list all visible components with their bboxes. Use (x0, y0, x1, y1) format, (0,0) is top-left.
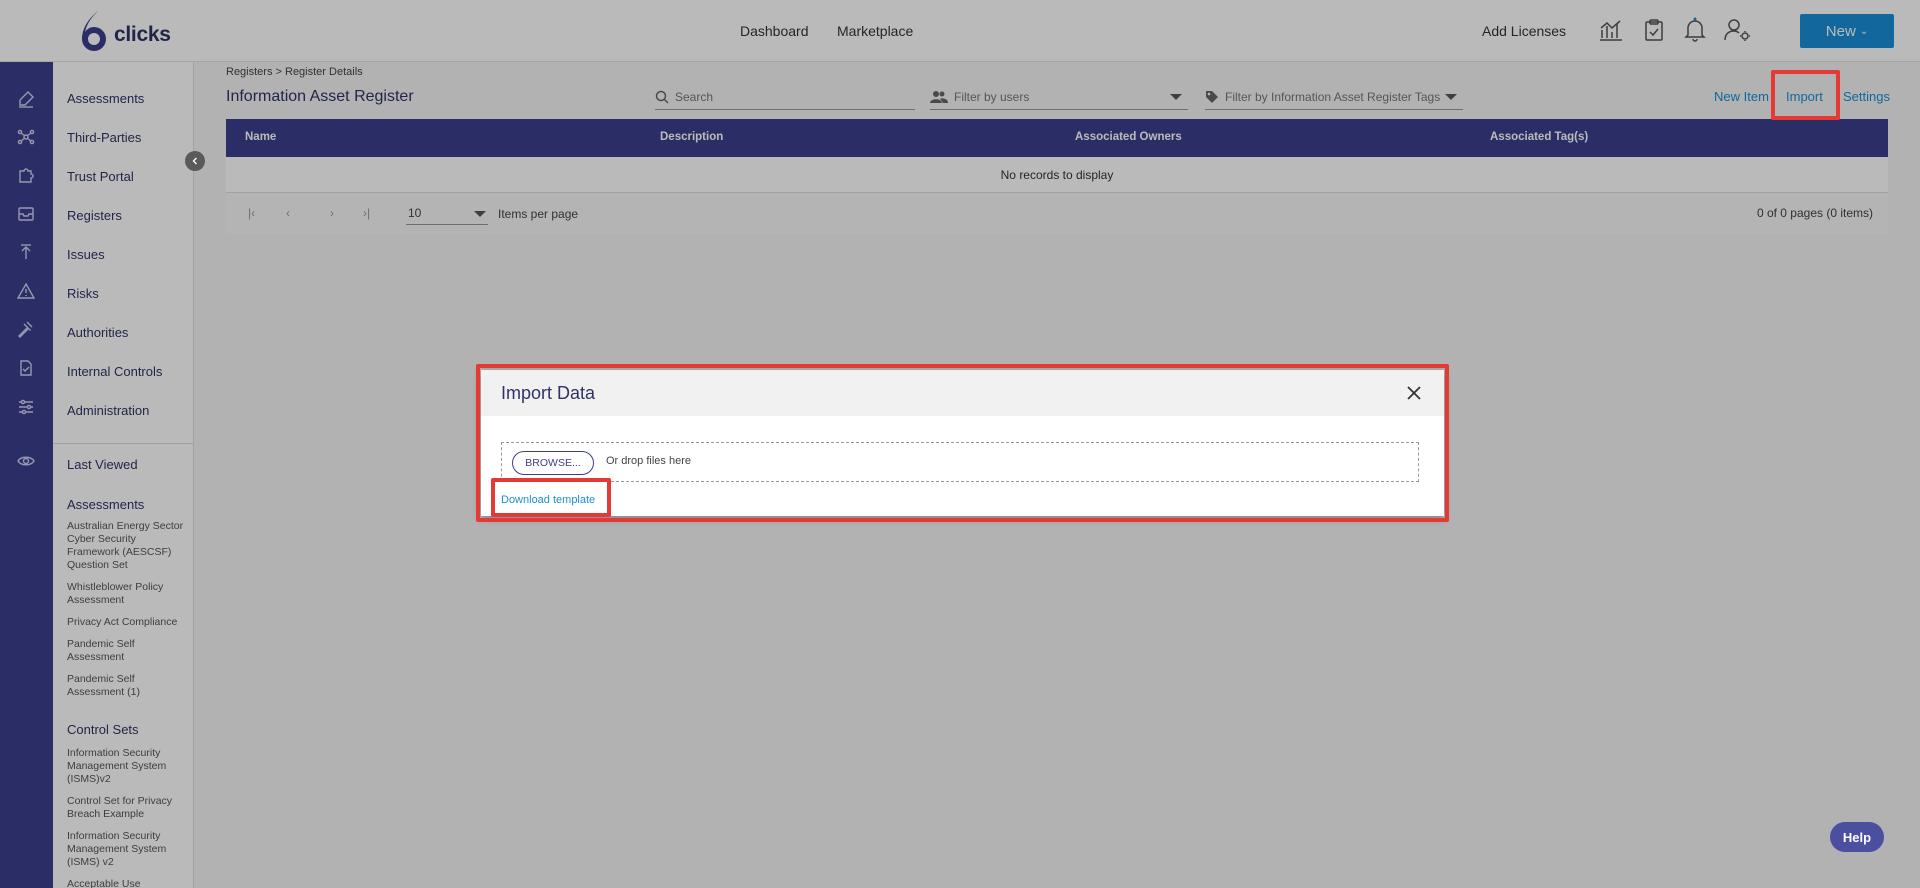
help-button[interactable]: Help (1830, 822, 1884, 852)
collapse-sidebar-button[interactable] (185, 151, 205, 171)
highlight-download-template (491, 478, 611, 517)
chevron-left-icon (192, 157, 197, 165)
highlight-import-dialog (476, 364, 1449, 522)
highlight-import (1771, 70, 1840, 120)
